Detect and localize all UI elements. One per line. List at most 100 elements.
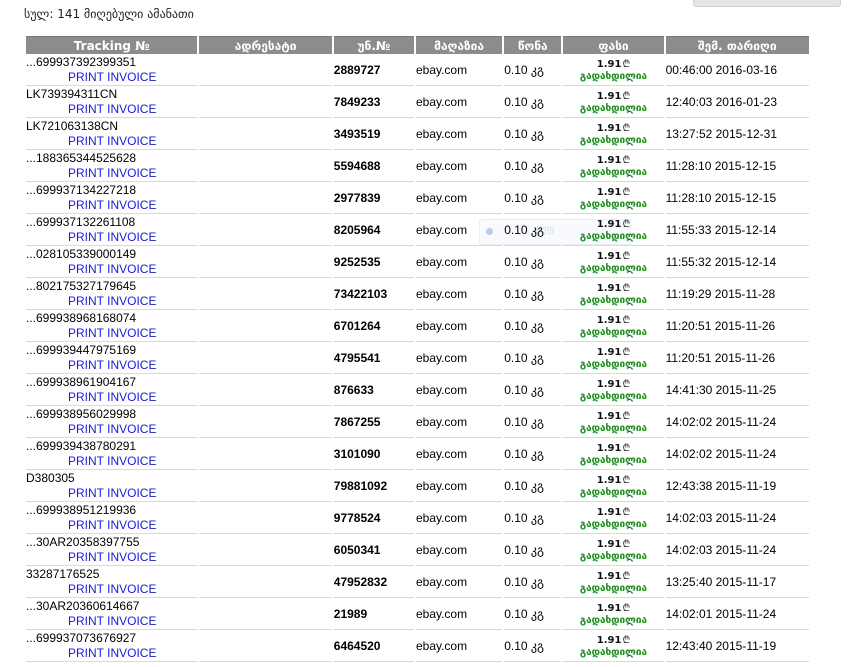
- price-cell: 1.91₾ გადახდილია: [563, 150, 664, 182]
- price-value: 1.91: [596, 58, 622, 70]
- price-cell: 1.91₾ გადახდილია: [563, 406, 664, 438]
- price-value: 1.91: [596, 378, 622, 390]
- print-invoice-link[interactable]: PRINT INVOICE: [26, 645, 197, 661]
- price-value: 1.91: [596, 474, 622, 486]
- price-cell: 1.91₾ გადახდილია: [563, 630, 664, 662]
- browser-tab-edge[interactable]: [693, 0, 841, 7]
- lari-icon: ₾: [622, 570, 631, 582]
- weight-value: 0.10 კგ: [504, 534, 562, 566]
- print-invoice-link[interactable]: PRINT INVOICE: [26, 357, 197, 373]
- tracking-number: 33287176525: [26, 566, 100, 581]
- tracking-number: ...699937392399351: [26, 54, 137, 69]
- print-invoice-link[interactable]: PRINT INVOICE: [26, 581, 197, 597]
- arrival-date: 11:55:33 2015-12-14: [665, 214, 809, 246]
- print-invoice-link[interactable]: PRINT INVOICE: [26, 389, 197, 405]
- arrival-date: 14:02:01 2015-11-24: [665, 598, 809, 630]
- lari-icon: ₾: [622, 506, 631, 518]
- tracking-number: ...699938968168074: [26, 310, 137, 325]
- arrival-date: 11:20:51 2015-11-26: [665, 342, 809, 374]
- user-number: 47952832: [333, 566, 414, 598]
- address-cell: [199, 374, 332, 406]
- price-value: 1.91: [596, 314, 622, 326]
- lari-icon: ₾: [622, 186, 631, 198]
- price-cell: 1.91₾ გადახდილია: [563, 118, 664, 150]
- tracking-number: ...699938956029998: [26, 406, 137, 421]
- print-invoice-link[interactable]: PRINT INVOICE: [26, 517, 197, 533]
- table-row: ...802175327179645 PRINT INVOICE 73422103 e…: [26, 278, 809, 310]
- tracking-number: ...30AR20358397755: [26, 534, 140, 549]
- col-header-tracking: Tracking №: [26, 36, 198, 54]
- arrival-date: 11:20:51 2015-11-26: [665, 310, 809, 342]
- print-invoice-link[interactable]: PRINT INVOICE: [26, 261, 197, 277]
- table-row: ...699938956029998 PRINT INVOICE 7867255 eb…: [26, 406, 809, 438]
- tracking-cell: LK721063138CN PRINT INVOICE: [26, 118, 198, 150]
- table-row: D380305 PRINT INVOICE 79881092 ebay.com 0.10…: [26, 470, 809, 502]
- shop-name: ebay.com: [415, 54, 503, 86]
- table-row: ...30AR20360614667 PRINT INVOICE 21989 ebay…: [26, 598, 809, 630]
- price-value: 1.91: [596, 218, 622, 230]
- print-invoice-link[interactable]: PRINT INVOICE: [26, 101, 197, 117]
- print-invoice-link[interactable]: PRINT INVOICE: [26, 549, 197, 565]
- table-row: ...188365344525628 PRINT INVOICE 5594688 eb…: [26, 150, 809, 182]
- shop-name: ebay.com: [415, 534, 503, 566]
- price-cell: 1.91₾ გადახდილია: [563, 502, 664, 534]
- shop-name: ebay.com: [415, 598, 503, 630]
- user-number: 6701264: [333, 310, 414, 342]
- price-value: 1.91: [596, 442, 622, 454]
- price-cell: 1.91₾ გადახდილია: [563, 182, 664, 214]
- weight-value: 0.10 კგ: [504, 214, 562, 246]
- paid-status: გადახდილია: [579, 550, 648, 562]
- shop-name: ebay.com: [415, 86, 503, 118]
- parcels-table: Tracking № ადრესატი უნ.№ მაღაზია წონა ფა…: [24, 36, 811, 662]
- tracking-cell: ...699939447975169 PRINT INVOICE: [26, 342, 198, 374]
- print-invoice-link[interactable]: PRINT INVOICE: [26, 325, 197, 341]
- user-number: 7867255: [333, 406, 414, 438]
- shop-name: ebay.com: [415, 406, 503, 438]
- address-cell: [199, 342, 332, 374]
- print-invoice-link[interactable]: PRINT INVOICE: [26, 421, 197, 437]
- table-row: ...699937073676927 PRINT INVOICE 6464520 eb…: [26, 630, 809, 662]
- tracking-cell: ...699939438780291 PRINT INVOICE: [26, 438, 198, 470]
- print-invoice-link[interactable]: PRINT INVOICE: [26, 229, 197, 245]
- print-invoice-link[interactable]: PRINT INVOICE: [26, 197, 197, 213]
- address-cell: [199, 406, 332, 438]
- print-invoice-link[interactable]: PRINT INVOICE: [26, 165, 197, 181]
- table-row: ...699939447975169 PRINT INVOICE 4795541 eb…: [26, 342, 809, 374]
- price-value: 1.91: [596, 154, 622, 166]
- print-invoice-link[interactable]: PRINT INVOICE: [26, 613, 197, 629]
- weight-value: 0.10 კგ: [504, 566, 562, 598]
- lari-icon: ₾: [622, 474, 631, 486]
- weight-value: 0.10 კგ: [504, 246, 562, 278]
- tracking-number: ...699938951219936: [26, 502, 137, 517]
- print-invoice-link[interactable]: PRINT INVOICE: [26, 485, 197, 501]
- address-cell: [199, 470, 332, 502]
- price-cell: 1.91₾ გადახდილია: [563, 246, 664, 278]
- weight-value: 0.10 კგ: [504, 502, 562, 534]
- arrival-date: 13:25:40 2015-11-17: [665, 566, 809, 598]
- lari-icon: ₾: [622, 154, 631, 166]
- arrival-date: 11:19:29 2015-11-28: [665, 278, 809, 310]
- price-value: 1.91: [596, 634, 622, 646]
- weight-value: 0.10 კგ: [504, 118, 562, 150]
- price-value: 1.91: [596, 122, 622, 134]
- lari-icon: ₾: [622, 410, 631, 422]
- user-number: 9252535: [333, 246, 414, 278]
- print-invoice-link[interactable]: PRINT INVOICE: [26, 133, 197, 149]
- col-header-user-no: უნ.№: [333, 36, 414, 54]
- paid-status: გადახდილია: [579, 454, 648, 466]
- paid-status: გადახდილია: [579, 582, 648, 594]
- paid-status: გადახდილია: [579, 70, 648, 82]
- price-cell: 1.91₾ გადახდილია: [563, 470, 664, 502]
- paid-status: გადახდილია: [579, 198, 648, 210]
- print-invoice-link[interactable]: PRINT INVOICE: [26, 293, 197, 309]
- col-header-date: შემ. თარიღი: [665, 36, 809, 54]
- lari-icon: ₾: [622, 58, 631, 70]
- arrival-date: 11:55:32 2015-12-14: [665, 246, 809, 278]
- table-row: ...699939438780291 PRINT INVOICE 3101090 eb…: [26, 438, 809, 470]
- print-invoice-link[interactable]: PRINT INVOICE: [26, 453, 197, 469]
- lari-icon: ₾: [622, 314, 631, 326]
- print-invoice-link[interactable]: PRINT INVOICE: [26, 69, 197, 85]
- tracking-number: ...028105339000149: [26, 246, 137, 261]
- lari-icon: ₾: [622, 538, 631, 550]
- user-number: 21989: [333, 598, 414, 630]
